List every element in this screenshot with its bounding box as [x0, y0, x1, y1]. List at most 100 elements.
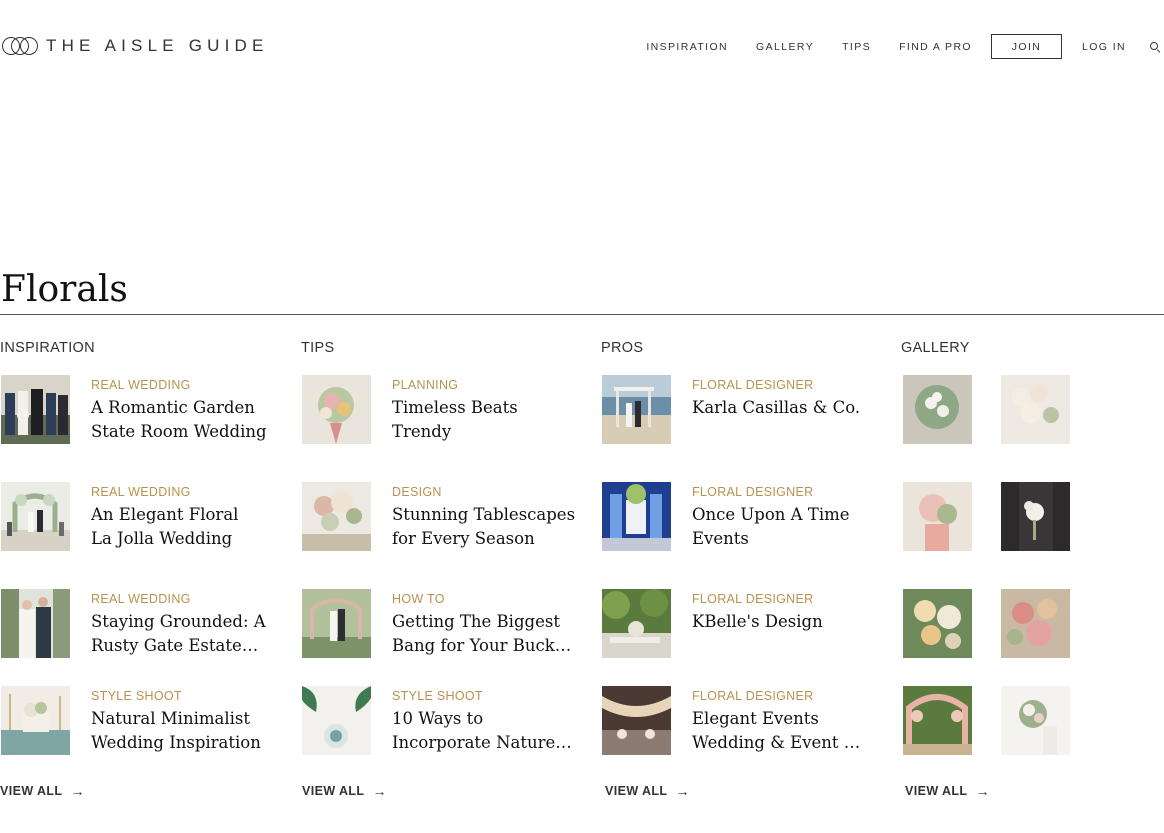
card-title-line: A Romantic Garden: [91, 398, 255, 417]
card-title-line: KBelle's Design: [692, 612, 823, 631]
category-label: DESIGN: [392, 485, 442, 499]
card-title-line: Once Upon A Time: [692, 505, 850, 524]
gallery-image[interactable]: [1001, 686, 1070, 755]
gallery-column: GALLERY: [901, 340, 1164, 760]
card-title-line: Incorporate Nature…: [392, 733, 572, 752]
card-title-line: Natural Minimalist: [91, 709, 250, 728]
nav-gallery[interactable]: GALLERY: [756, 41, 814, 53]
ballroom-draping-photo: [602, 686, 671, 755]
category-label: REAL WEDDING: [91, 485, 191, 499]
gallery-image[interactable]: [1001, 482, 1070, 551]
event-stage-photo: [602, 482, 671, 551]
card-title-line: Elegant Events: [692, 709, 819, 728]
gallery-image[interactable]: [903, 375, 972, 444]
pro-card[interactable]: FLORAL DESIGNER Elegant Events Wedding &…: [602, 686, 887, 756]
title-divider: [0, 314, 1164, 315]
card-title-line: La Jolla Wedding: [91, 529, 233, 548]
gallery-image[interactable]: [903, 589, 972, 658]
main-nav: INSPIRATION GALLERY TIPS FIND A PRO JOIN…: [646, 34, 1164, 59]
category-label: REAL WEDDING: [91, 592, 191, 606]
category-label: REAL WEDDING: [91, 378, 191, 392]
gallery-image[interactable]: [1001, 589, 1070, 658]
arrow-right-icon: →: [372, 783, 387, 799]
tips-view-all-link[interactable]: VIEW ALL →: [302, 784, 386, 798]
gallery-image[interactable]: [903, 482, 972, 551]
card-title-line: Staying Grounded: A: [91, 612, 266, 631]
join-button[interactable]: JOIN: [991, 34, 1062, 59]
minimalist-table-photo: [1, 686, 70, 755]
category-label: PLANNING: [392, 378, 459, 392]
pros-view-all-link[interactable]: VIEW ALL →: [605, 784, 689, 798]
tips-heading: TIPS: [301, 340, 335, 356]
card-title-line: Getting The Biggest: [392, 612, 560, 631]
protea-bouquet-photo: [302, 375, 371, 444]
tips-column: TIPS PLANNING Timeless Beats Trendy DESI…: [301, 340, 591, 760]
view-all-label: VIEW ALL: [0, 784, 63, 798]
rings-logo-icon: [2, 36, 38, 56]
inspiration-heading: INSPIRATION: [0, 340, 95, 356]
garden-reception-photo: [602, 589, 671, 658]
gallery-image[interactable]: [1001, 375, 1070, 444]
card-title-line: An Elegant Floral: [91, 505, 239, 524]
card-title-line: Timeless Beats: [392, 398, 518, 417]
tips-card[interactable]: DESIGN Stunning Tablescapes for Every Se…: [302, 482, 587, 552]
card-title-line: Trendy: [392, 422, 452, 441]
pros-heading: PROS: [601, 340, 644, 356]
gallery-heading: GALLERY: [901, 340, 970, 356]
card-title-line: Stunning Tablescapes: [392, 505, 576, 524]
inspiration-card[interactable]: STYLE SHOOT Natural Minimalist Wedding I…: [1, 686, 286, 756]
beach-ceremony-photo: [602, 375, 671, 444]
gallery-view-all-link[interactable]: VIEW ALL →: [905, 784, 989, 798]
card-title-line: Wedding Inspiration: [91, 733, 261, 752]
card-title-line: State Room Wedding: [91, 422, 267, 441]
pro-card[interactable]: FLORAL DESIGNER KBelle's Design: [602, 589, 887, 659]
pros-column: PROS FLORAL DESIGNER Karla Casillas & Co…: [601, 340, 891, 760]
inspiration-card[interactable]: REAL WEDDING A Romantic Garden State Roo…: [1, 375, 286, 445]
pro-card[interactable]: FLORAL DESIGNER Once Upon A Time Events: [602, 482, 887, 552]
inspiration-column: INSPIRATION REAL WEDDING A Romantic Gard…: [0, 340, 290, 760]
category-label: FLORAL DESIGNER: [692, 592, 814, 606]
inspiration-view-all-link[interactable]: VIEW ALL →: [0, 784, 84, 798]
category-label: HOW TO: [392, 592, 445, 606]
view-all-label: VIEW ALL: [905, 784, 968, 798]
logo-text: THE AISLE GUIDE: [46, 36, 269, 55]
gallery-image[interactable]: [903, 686, 972, 755]
arrow-right-icon: →: [675, 783, 690, 799]
card-title-line: Rusty Gate Estate…: [91, 636, 259, 655]
couple-garden-photo: [302, 589, 371, 658]
card-title-line: 10 Ways to: [392, 709, 484, 728]
site-logo[interactable]: THE AISLE GUIDE: [2, 36, 269, 56]
card-title-line: for Every Season: [392, 529, 535, 548]
search-icon[interactable]: [1150, 41, 1160, 52]
category-label: STYLE SHOOT: [91, 689, 182, 703]
arrow-right-icon: →: [70, 783, 85, 799]
tablescape-flowers-photo: [302, 482, 371, 551]
tips-card[interactable]: HOW TO Getting The Biggest Bang for Your…: [302, 589, 587, 659]
site-header: THE AISLE GUIDE INSPIRATION GALLERY TIPS…: [0, 0, 1164, 94]
tips-card[interactable]: STYLE SHOOT 10 Ways to Incorporate Natur…: [302, 686, 587, 756]
card-title-line: Karla Casillas & Co.: [692, 398, 861, 417]
ceremony-arch-photo: [1, 482, 70, 551]
card-title-line: Bang for Your Buck…: [392, 636, 572, 655]
category-label: FLORAL DESIGNER: [692, 689, 814, 703]
nav-inspiration[interactable]: INSPIRATION: [646, 41, 728, 53]
tropical-leaves-photo: [302, 686, 371, 755]
view-all-label: VIEW ALL: [605, 784, 668, 798]
page-title: Florals: [1, 269, 128, 310]
inspiration-card[interactable]: REAL WEDDING An Elegant Floral La Jolla …: [1, 482, 286, 552]
category-label: FLORAL DESIGNER: [692, 485, 814, 499]
arrow-right-icon: →: [975, 783, 990, 799]
pro-card[interactable]: FLORAL DESIGNER Karla Casillas & Co.: [602, 375, 887, 445]
tips-card[interactable]: PLANNING Timeless Beats Trendy: [302, 375, 587, 445]
view-all-label: VIEW ALL: [302, 784, 365, 798]
card-title-line: Wedding & Event …: [692, 733, 861, 752]
wedding-party-photo: [1, 375, 70, 444]
nav-find-a-pro[interactable]: FIND A PRO: [899, 41, 972, 53]
card-title-line: Events: [692, 529, 749, 548]
category-label: FLORAL DESIGNER: [692, 378, 814, 392]
log-in-link[interactable]: LOG IN: [1082, 41, 1126, 53]
category-label: STYLE SHOOT: [392, 689, 483, 703]
couple-portrait-photo: [1, 589, 70, 658]
inspiration-card[interactable]: REAL WEDDING Staying Grounded: A Rusty G…: [1, 589, 286, 659]
nav-tips[interactable]: TIPS: [842, 41, 871, 53]
